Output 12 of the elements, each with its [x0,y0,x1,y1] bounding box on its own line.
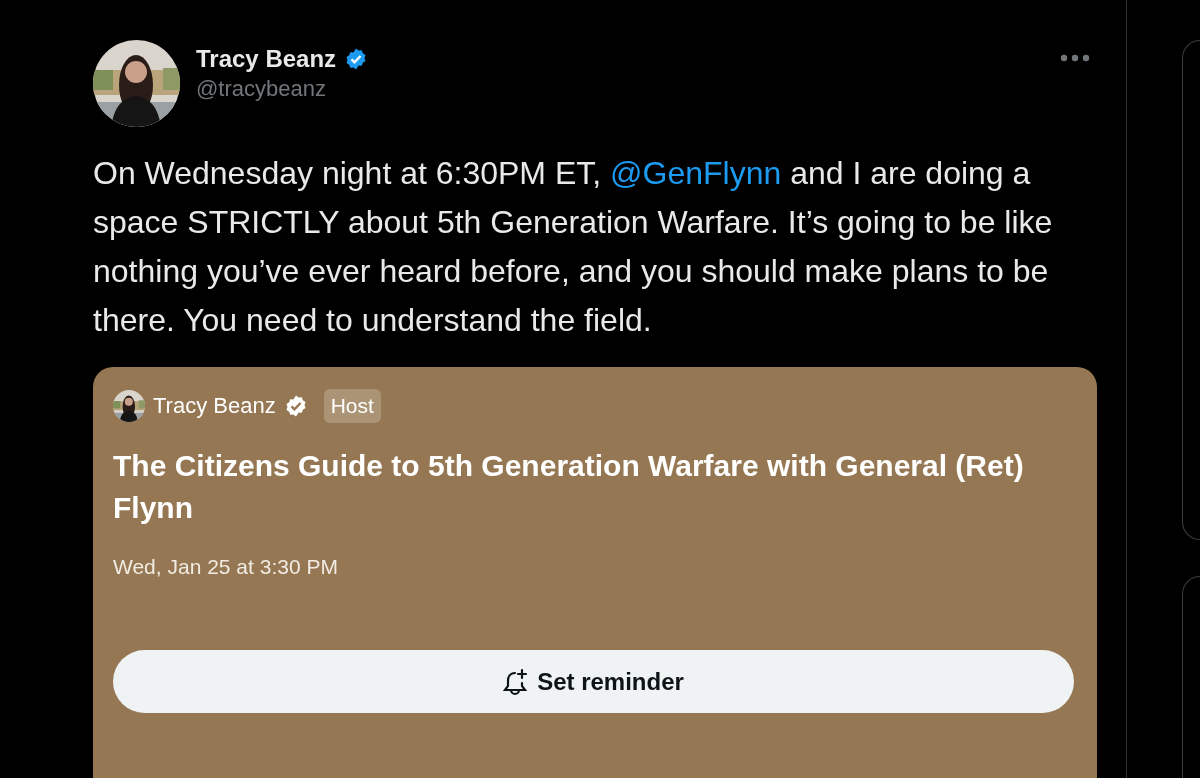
author-handle[interactable]: @tracybeanz [196,74,1060,104]
mention-link[interactable]: @GenFlynn [610,155,782,191]
bell-plus-icon [503,667,530,696]
tweet-text: On Wednesday night at 6:30PM ET, @GenFlynn and I are doing a space STRICTLY about 5th Generation Warfare. It’s going to be like nothing you’ve ever heard before, and you should make plans to be there. You need to understand the field. [93,154,1054,340]
more-icon[interactable] [1060,54,1090,62]
host-badge: Host [323,389,381,423]
host-name: Tracy Beanz [153,392,276,421]
set-reminder-button[interactable]: Set reminder [113,650,1074,713]
author-name[interactable]: Tracy Beanz [196,44,337,74]
space-card[interactable]: Tracy Beanz Host The Citizens Guide to 5th Generation Warfare with General (Ret) Flynn Wed, Jan 25 at 3:30 PM Set reminder [93,367,1097,778]
space-date: Wed, Jan 25 at 3:30 PM [113,553,339,580]
space-title: The Citizens Guide to 5th Generation Warfare with General (Ret) Flynn [113,447,1025,526]
